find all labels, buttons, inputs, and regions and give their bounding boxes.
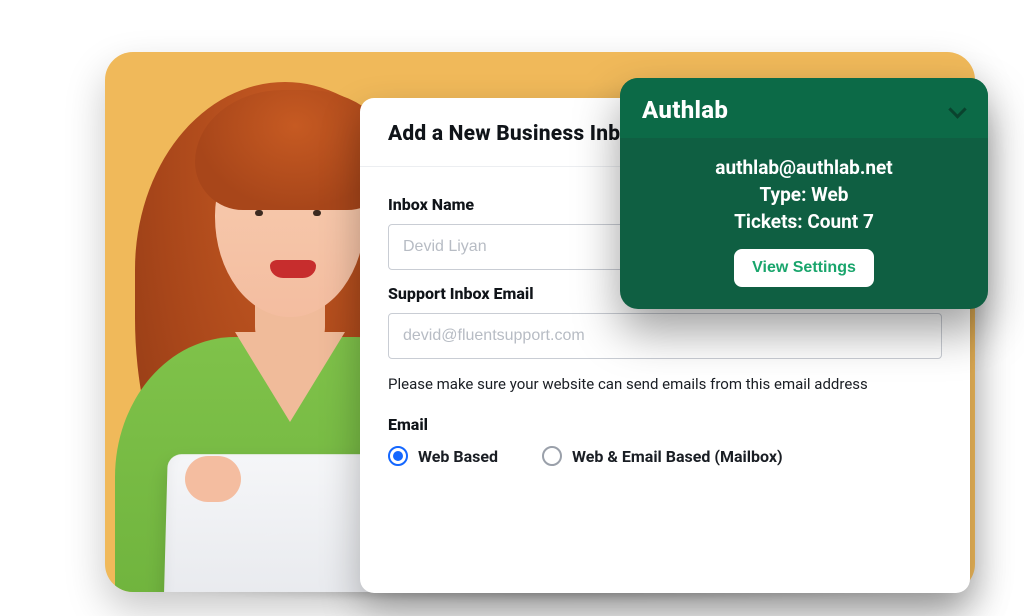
helper-text: Please make sure your website can send e… (388, 375, 942, 393)
inbox-tickets-row: Tickets: Count 7 (642, 210, 966, 233)
inbox-tickets-value: Count 7 (807, 210, 874, 233)
inbox-summary-card: Authlab authlab@authlab.net Type: Web Ti… (620, 78, 988, 309)
view-settings-button[interactable]: View Settings (734, 249, 874, 287)
radio-dot-icon (542, 446, 562, 466)
inbox-type-row: Type: Web (642, 183, 966, 206)
inbox-type-value: Web (811, 183, 848, 206)
email-section-label: Email (388, 415, 942, 434)
inbox-type-label: Type: (760, 183, 807, 206)
inbox-summary-title: Authlab (642, 96, 728, 124)
radio-web-based[interactable]: Web Based (388, 446, 498, 466)
email-type-radio-group: Web Based Web & Email Based (Mailbox) (388, 446, 942, 466)
radio-web-based-label: Web Based (418, 447, 498, 466)
inbox-email-value: authlab@authlab.net (642, 156, 966, 179)
inbox-tickets-label: Tickets: (734, 210, 802, 233)
inbox-summary-header[interactable]: Authlab (620, 78, 988, 138)
radio-web-email-based[interactable]: Web & Email Based (Mailbox) (542, 446, 783, 466)
support-email-input[interactable] (388, 313, 942, 359)
radio-dot-icon (388, 446, 408, 466)
radio-web-email-based-label: Web & Email Based (Mailbox) (572, 447, 783, 466)
chevron-down-icon (948, 101, 966, 119)
